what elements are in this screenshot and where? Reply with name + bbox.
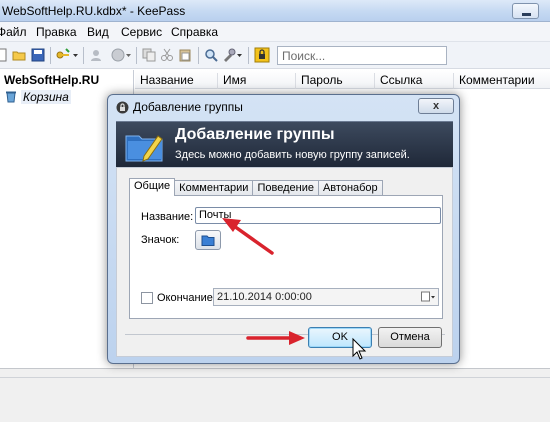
save-icon[interactable] (31, 48, 45, 62)
tab-panel-general: Название: Почты Значок: Окончание: 21.10… (129, 195, 443, 319)
add-entry-key-icon[interactable] (56, 48, 70, 62)
user-icon[interactable] (89, 48, 103, 62)
toolbar: Поиск... (0, 42, 550, 69)
chevron-down-icon[interactable] (125, 48, 132, 62)
search-input[interactable]: Поиск... (277, 46, 447, 65)
tab-notes[interactable]: Комментарии (174, 180, 254, 196)
entry-list-header: Название Имя Пароль Ссылка Комментарии (135, 70, 550, 89)
toolbar-separator (198, 47, 199, 64)
banner-subtitle: Здесь можно добавить новую группу записе… (175, 149, 410, 161)
folder-edit-icon (125, 135, 163, 162)
cancel-button[interactable]: Отмена (378, 327, 442, 348)
menu-edit[interactable]: Правка (36, 25, 77, 39)
find-icon[interactable] (204, 48, 218, 62)
menu-help[interactable]: Справка (171, 25, 218, 39)
column-header-notes[interactable]: Комментарии (453, 73, 535, 89)
column-header-title[interactable]: Название (135, 73, 194, 89)
toolbar-separator (136, 47, 137, 64)
folder-icon (201, 235, 215, 246)
keepass-lock-icon (116, 101, 129, 113)
dialog-title: Добавление группы (133, 100, 243, 114)
ok-button[interactable]: OK (308, 327, 372, 348)
column-header-password[interactable]: Пароль (295, 73, 343, 89)
expiry-date-picker[interactable]: 21.10.2014 0:00:00 (213, 288, 439, 306)
lock-icon[interactable] (254, 47, 270, 63)
banner-title: Добавление группы (175, 126, 335, 143)
toolbar-separator (248, 47, 249, 64)
globe-icon[interactable] (111, 48, 125, 62)
tab-behavior[interactable]: Поведение (252, 180, 319, 196)
dialog-tabs: Общие Комментарии Поведение Автонабор (129, 178, 383, 196)
title-bar: WebSoftHelp.RU.kdbx* - KeePass (0, 0, 550, 22)
close-button[interactable]: x (418, 98, 454, 114)
add-group-dialog: Добавление группы x Добавление группы Зд… (107, 94, 460, 364)
minimize-button[interactable] (512, 3, 539, 19)
menu-file[interactable]: Файл (0, 25, 27, 39)
new-database-icon[interactable] (0, 48, 8, 62)
expires-label: Окончание: (157, 292, 216, 304)
menu-view[interactable]: Вид (87, 25, 109, 39)
tree-item-recycle-bin[interactable]: Корзина (5, 89, 71, 104)
icon-picker-button[interactable] (195, 230, 221, 250)
chevron-down-icon[interactable] (236, 48, 243, 62)
chevron-down-icon[interactable] (72, 48, 79, 62)
menu-tools[interactable]: Сервис (121, 25, 162, 39)
tools-icon[interactable] (222, 48, 236, 62)
menu-bar: Файл Правка Вид Сервис Справка (0, 22, 550, 42)
toolbar-separator (50, 47, 51, 64)
column-header-url[interactable]: Ссылка (374, 73, 422, 89)
copy-icon[interactable] (142, 48, 156, 62)
window-title: WebSoftHelp.RU.kdbx* - KeePass (2, 4, 186, 18)
recycle-bin-icon (6, 91, 16, 103)
paste-icon[interactable] (178, 48, 192, 62)
icon-label: Значок: (141, 234, 180, 246)
tree-item-label: Корзина (21, 89, 71, 104)
calendar-dropdown-icon[interactable] (421, 291, 435, 303)
name-label: Название: (141, 211, 194, 223)
open-folder-icon[interactable] (12, 48, 26, 62)
group-name-input[interactable]: Почты (195, 207, 441, 224)
expires-checkbox[interactable] (141, 292, 153, 304)
expiry-date-value: 21.10.2014 0:00:00 (217, 291, 312, 303)
status-bar (0, 368, 550, 422)
dialog-title-bar: Добавление группы (116, 99, 243, 115)
tab-autotype[interactable]: Автонабор (317, 180, 383, 196)
tree-root-group[interactable]: WebSoftHelp.RU (4, 73, 99, 87)
tab-general[interactable]: Общие (129, 178, 176, 196)
status-divider (0, 377, 550, 378)
cut-icon[interactable] (160, 48, 174, 62)
toolbar-separator (83, 47, 84, 64)
dialog-banner: Добавление группы Здесь можно добавить н… (116, 121, 453, 167)
column-header-username[interactable]: Имя (217, 73, 246, 89)
